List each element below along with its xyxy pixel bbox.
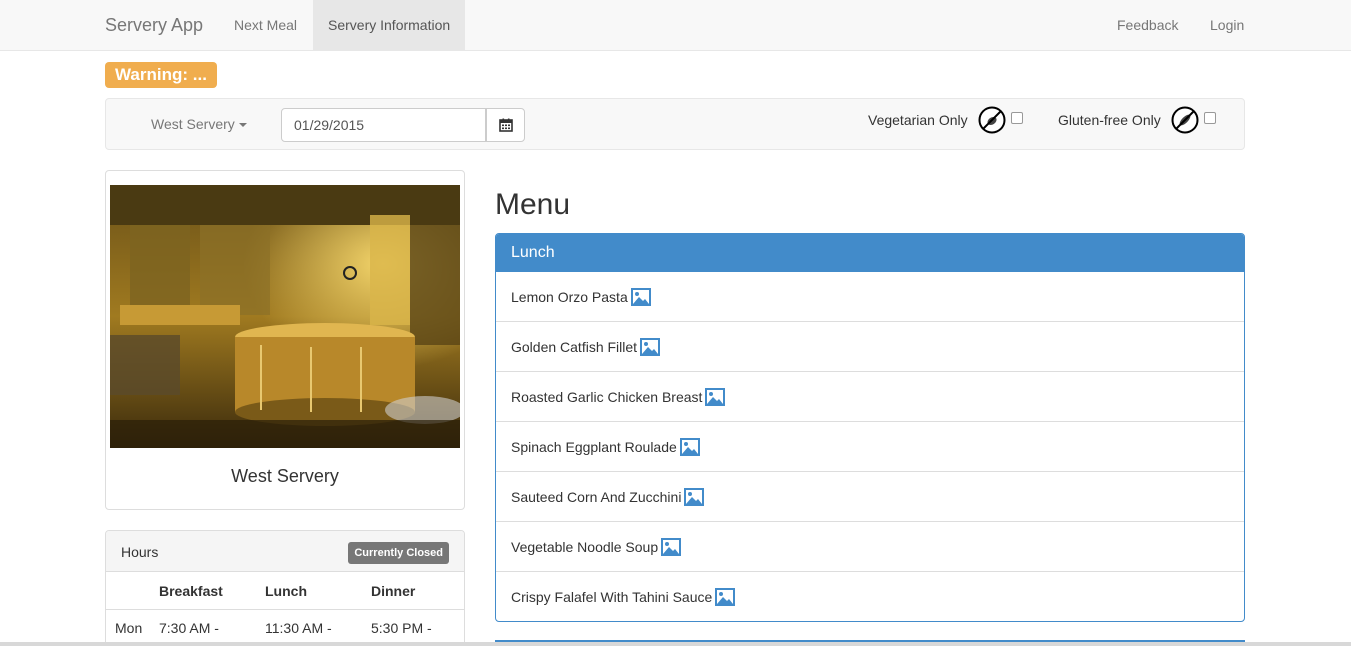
nav-login[interactable]: Login: [1195, 0, 1259, 50]
hours-breakfast: 7:30 AM -: [159, 620, 219, 636]
navbar: Servery App Next Meal Servery Informatio…: [0, 0, 1351, 51]
hours-divider: [106, 609, 464, 610]
nav-feedback[interactable]: Feedback: [1102, 0, 1193, 50]
calendar-icon: [498, 118, 513, 132]
meal-title: Lunch: [496, 234, 1244, 272]
list-item: Crispy Falafel With Tahini Sauce: [496, 571, 1244, 621]
vegetarian-checkbox[interactable]: [1011, 112, 1023, 124]
hours-day: Mon: [115, 620, 143, 636]
menu-item-name: Golden Catfish Fillet: [511, 338, 638, 355]
menu-item-name: Roasted Garlic Chicken Breast: [511, 388, 703, 405]
list-item: Vegetable Noodle Soup: [496, 521, 1244, 571]
hours-col-breakfast: Breakfast: [159, 583, 223, 599]
hours-dinner: 5:30 PM -: [371, 620, 432, 636]
caret-down-icon: [238, 123, 247, 128]
warning-label: Warning: ...: [105, 62, 217, 88]
servery-photo: [110, 185, 460, 448]
calendar-button[interactable]: [486, 108, 525, 142]
picture-icon[interactable]: [684, 487, 705, 506]
menu-list: Lemon Orzo Pasta Golden Catfish Fillet R…: [496, 272, 1244, 621]
brand-link[interactable]: Servery App: [105, 0, 203, 50]
servery-dropdown[interactable]: West Servery: [151, 116, 247, 132]
vegetarian-label: Vegetarian Only: [868, 112, 968, 128]
list-item: Spinach Eggplant Roulade: [496, 421, 1244, 471]
servery-dropdown-label: West Servery: [151, 116, 235, 132]
picture-icon[interactable]: [640, 337, 661, 356]
lunch-panel: Lunch Lemon Orzo Pasta Golden Catfish Fi…: [495, 233, 1245, 622]
picture-icon[interactable]: [715, 587, 736, 606]
picture-icon[interactable]: [705, 387, 726, 406]
menu-item-name: Vegetable Noodle Soup: [511, 538, 659, 555]
list-item: Golden Catfish Fillet: [496, 321, 1244, 371]
picture-icon[interactable]: [630, 287, 651, 306]
no-meat-icon: [978, 106, 1006, 134]
horizontal-scrollbar[interactable]: [0, 642, 1351, 646]
hours-header: Hours Currently Closed: [106, 531, 464, 572]
menu-item-name: Spinach Eggplant Roulade: [511, 438, 677, 455]
menu-item-name: Sauteed Corn And Zucchini: [511, 488, 682, 505]
menu-item-name: Lemon Orzo Pasta: [511, 288, 628, 305]
gluten-free-label: Gluten-free Only: [1058, 112, 1161, 128]
nav-servery-information[interactable]: Servery Information: [313, 0, 466, 50]
menu-heading: Menu: [495, 188, 571, 221]
servery-name: West Servery: [231, 466, 339, 486]
hours-title: Hours: [121, 544, 159, 560]
status-badge: Currently Closed: [348, 542, 449, 564]
nav-next-meal[interactable]: Next Meal: [219, 0, 312, 50]
picture-icon[interactable]: [661, 537, 682, 556]
hours-col-dinner: Dinner: [371, 583, 416, 599]
hours-lunch: 11:30 AM -: [265, 620, 332, 636]
hours-panel: Hours Currently Closed Breakfast Lunch D…: [105, 530, 465, 646]
date-input[interactable]: [281, 108, 486, 142]
hours-col-lunch: Lunch: [265, 583, 307, 599]
filter-bar: West Servery Vegetarian Only Gluten-free…: [105, 98, 1245, 150]
list-item: Sauteed Corn And Zucchini: [496, 471, 1244, 521]
list-item: Roasted Garlic Chicken Breast: [496, 371, 1244, 421]
list-item: Lemon Orzo Pasta: [496, 272, 1244, 321]
servery-card: West Servery: [105, 170, 465, 510]
menu-item-name: Crispy Falafel With Tahini Sauce: [511, 588, 713, 605]
no-gluten-icon: [1171, 106, 1199, 134]
picture-icon[interactable]: [679, 437, 700, 456]
gluten-free-checkbox[interactable]: [1204, 112, 1216, 124]
